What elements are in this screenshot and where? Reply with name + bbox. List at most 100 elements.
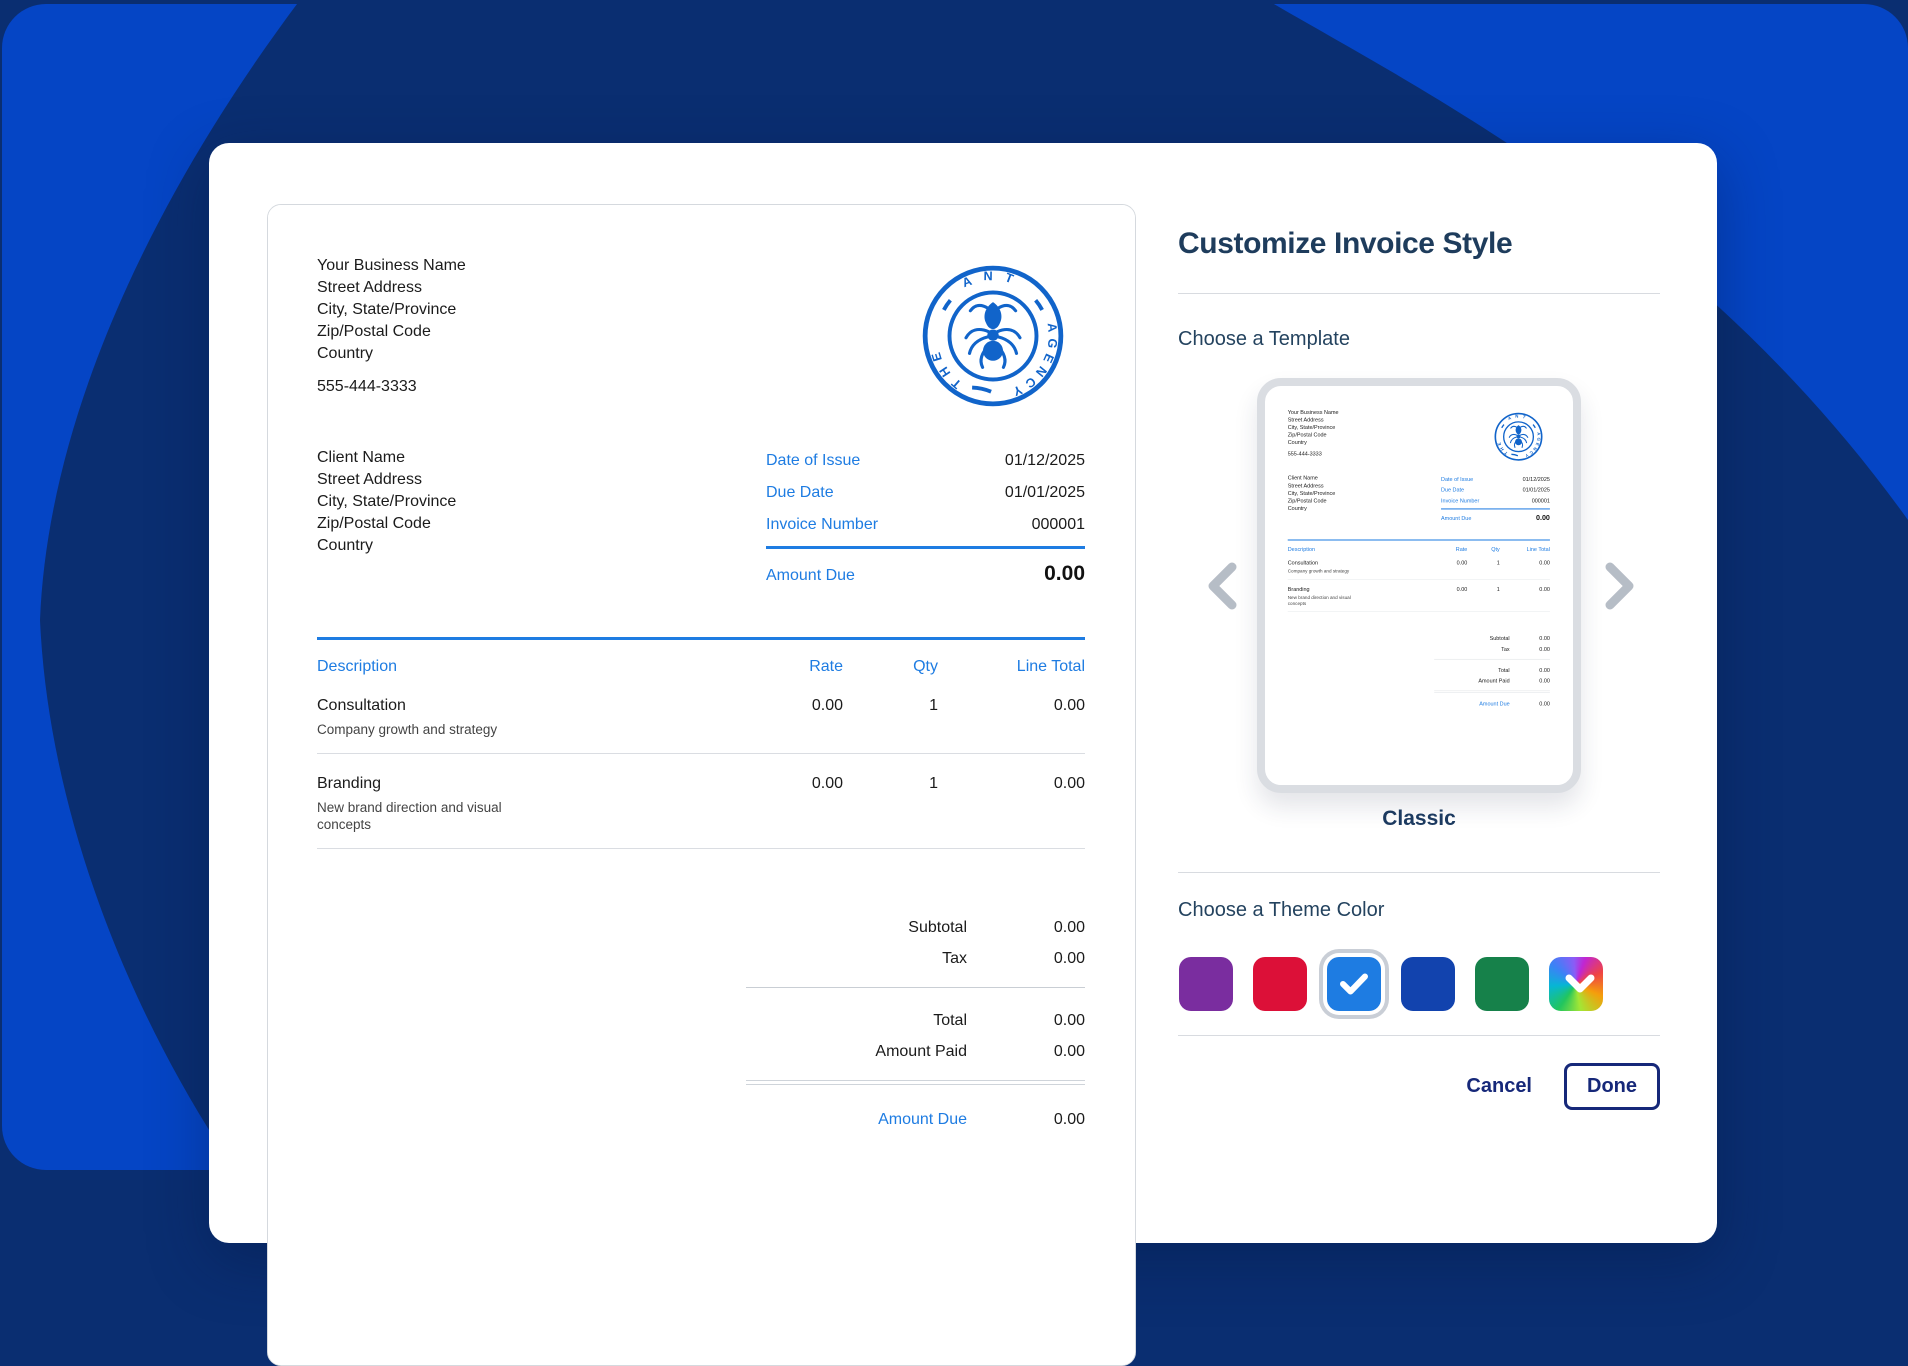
totals-divider bbox=[746, 987, 1085, 988]
modal-footer: Cancel Done bbox=[1460, 1063, 1660, 1110]
meta-row: Due Date 01/01/2025 bbox=[1441, 485, 1550, 496]
ant-agency-logo: ANT AGENCY THE bbox=[906, 249, 1080, 423]
done-button[interactable]: Done bbox=[1564, 1063, 1660, 1110]
client-line: Street Address bbox=[317, 469, 456, 491]
ant-agency-logo: ANT AGENCY THE bbox=[1489, 407, 1548, 466]
meta-value: 000001 bbox=[1032, 509, 1085, 541]
item-total: 0.00 bbox=[1500, 587, 1550, 607]
meta-divider bbox=[1441, 508, 1550, 509]
theme-swatch-blue[interactable] bbox=[1327, 957, 1381, 1011]
svg-text:AGENCY: AGENCY bbox=[1006, 322, 1060, 400]
business-phone: 555-444-3333 bbox=[317, 376, 466, 398]
meta-row: Invoice Number 000001 bbox=[1441, 496, 1550, 507]
client-line: City, State/Province bbox=[1288, 490, 1336, 498]
column-header: Description bbox=[317, 658, 733, 676]
meta-label: Due Date bbox=[1441, 485, 1464, 496]
amount-due-row: Amount Due 0.00 bbox=[766, 562, 1085, 586]
cancel-button[interactable]: Cancel bbox=[1460, 1074, 1538, 1099]
final-amount-due-label: Amount Due bbox=[1479, 699, 1509, 710]
meta-label: Date of Issue bbox=[766, 445, 860, 477]
divider bbox=[1178, 872, 1660, 873]
business-address-line: Zip/Postal Code bbox=[317, 321, 466, 343]
client-line: Client Name bbox=[1288, 475, 1336, 483]
invoice-document: Your Business Name Street Address City, … bbox=[1271, 392, 1567, 788]
item-total: 0.00 bbox=[1500, 560, 1550, 574]
totals-double-divider bbox=[1434, 691, 1550, 693]
table-header-row: Description Rate Qty Line Total bbox=[317, 640, 1085, 676]
business-phone: 555-444-3333 bbox=[1288, 450, 1339, 458]
amount-due-label: Amount Due bbox=[1441, 515, 1471, 521]
meta-label: Invoice Number bbox=[766, 509, 878, 541]
column-header: Line Total bbox=[1500, 547, 1550, 553]
template-thumbnail-classic[interactable]: Your Business Name Street Address City, … bbox=[1257, 378, 1581, 793]
column-header: Line Total bbox=[938, 658, 1085, 676]
client-line: Zip/Postal Code bbox=[317, 513, 456, 535]
theme-color-swatches bbox=[1179, 957, 1603, 1011]
divider bbox=[1178, 293, 1660, 294]
item-rate: 0.00 bbox=[733, 697, 843, 738]
theme-swatch-green[interactable] bbox=[1475, 957, 1529, 1011]
amount-due-value: 0.00 bbox=[1044, 562, 1085, 586]
item-rate: 0.00 bbox=[733, 775, 843, 833]
business-address-line: City, State/Province bbox=[317, 299, 466, 321]
client-info: Client Name Street Address City, State/P… bbox=[317, 447, 456, 557]
meta-label: Invoice Number bbox=[1441, 496, 1479, 507]
table-header-row: Description Rate Qty Line Total bbox=[1288, 541, 1550, 553]
client-line: City, State/Province bbox=[317, 491, 456, 513]
final-amount-due-value: 0.00 bbox=[1510, 699, 1550, 710]
totals-section: Subtotal 0.00 Tax 0.00 Total 0.00 Amount… bbox=[746, 912, 1085, 1135]
item-total: 0.00 bbox=[938, 697, 1085, 738]
theme-swatch-royal-blue[interactable] bbox=[1401, 957, 1455, 1011]
item-description: Company growth and strategy bbox=[317, 721, 529, 738]
next-template-button[interactable] bbox=[1599, 560, 1639, 612]
template-section-label: Choose a Template bbox=[1178, 328, 1350, 351]
item-description: Company growth and strategy bbox=[1288, 568, 1360, 574]
client-line: Client Name bbox=[317, 447, 456, 469]
business-name: Your Business Name bbox=[317, 255, 466, 277]
column-header: Rate bbox=[1430, 547, 1468, 553]
amount-due-value: 0.00 bbox=[1536, 514, 1550, 522]
meta-label: Date of Issue bbox=[1441, 474, 1473, 485]
meta-value: 01/01/2025 bbox=[1005, 477, 1085, 509]
item-qty: 1 bbox=[1467, 587, 1499, 607]
theme-swatch-red[interactable] bbox=[1253, 957, 1307, 1011]
business-address-line: Street Address bbox=[1288, 417, 1339, 425]
meta-value: 01/12/2025 bbox=[1005, 445, 1085, 477]
page-title: Customize Invoice Style bbox=[1178, 227, 1512, 261]
item-rate: 0.00 bbox=[1430, 587, 1468, 607]
theme-swatch-custom-color[interactable] bbox=[1549, 957, 1603, 1011]
invoice-meta: Date of Issue 01/12/2025 Due Date 01/01/… bbox=[1441, 474, 1550, 522]
business-name: Your Business Name bbox=[1288, 409, 1339, 417]
item-description: New brand direction and visual concepts bbox=[1288, 595, 1360, 607]
meta-row: Date of Issue 01/12/2025 bbox=[766, 445, 1085, 477]
line-items-table: Description Rate Qty Line Total Consulta… bbox=[1288, 539, 1550, 611]
divider bbox=[1178, 1035, 1660, 1036]
table-row: Branding New brand direction and visual … bbox=[1288, 579, 1550, 611]
totals-section: Subtotal 0.00 Tax 0.00 Total 0.00 Amount… bbox=[1434, 633, 1550, 709]
item-name: Branding bbox=[317, 775, 381, 792]
column-header: Rate bbox=[733, 658, 843, 676]
template-name: Classic bbox=[1257, 807, 1581, 831]
meta-row: Invoice Number 000001 bbox=[766, 509, 1085, 541]
chevron-right-icon bbox=[1599, 560, 1639, 612]
final-amount-due-label: Amount Due bbox=[878, 1104, 967, 1135]
theme-swatch-purple[interactable] bbox=[1179, 957, 1233, 1011]
total-row: Total 0.00 bbox=[1434, 665, 1550, 676]
previous-template-button[interactable] bbox=[1203, 560, 1243, 612]
ant-icon bbox=[966, 302, 1020, 367]
business-info: Your Business Name Street Address City, … bbox=[317, 255, 466, 398]
item-name: Consultation bbox=[1288, 560, 1318, 566]
item-name: Consultation bbox=[317, 697, 406, 714]
total-row: Subtotal 0.00 bbox=[1434, 633, 1550, 644]
svg-text:ANT: ANT bbox=[1507, 414, 1530, 421]
column-header: Description bbox=[1288, 547, 1430, 553]
svg-text:THE: THE bbox=[1496, 440, 1509, 456]
item-name: Branding bbox=[1288, 587, 1310, 593]
business-address-line: Country bbox=[1288, 439, 1339, 447]
svg-text:AGENCY: AGENCY bbox=[1523, 432, 1542, 459]
meta-value: 000001 bbox=[1532, 496, 1550, 507]
item-total: 0.00 bbox=[938, 775, 1085, 833]
total-row: Amount Paid 0.00 bbox=[746, 1036, 1085, 1067]
meta-row: Date of Issue 01/12/2025 bbox=[1441, 474, 1550, 485]
color-section-label: Choose a Theme Color bbox=[1178, 899, 1384, 922]
